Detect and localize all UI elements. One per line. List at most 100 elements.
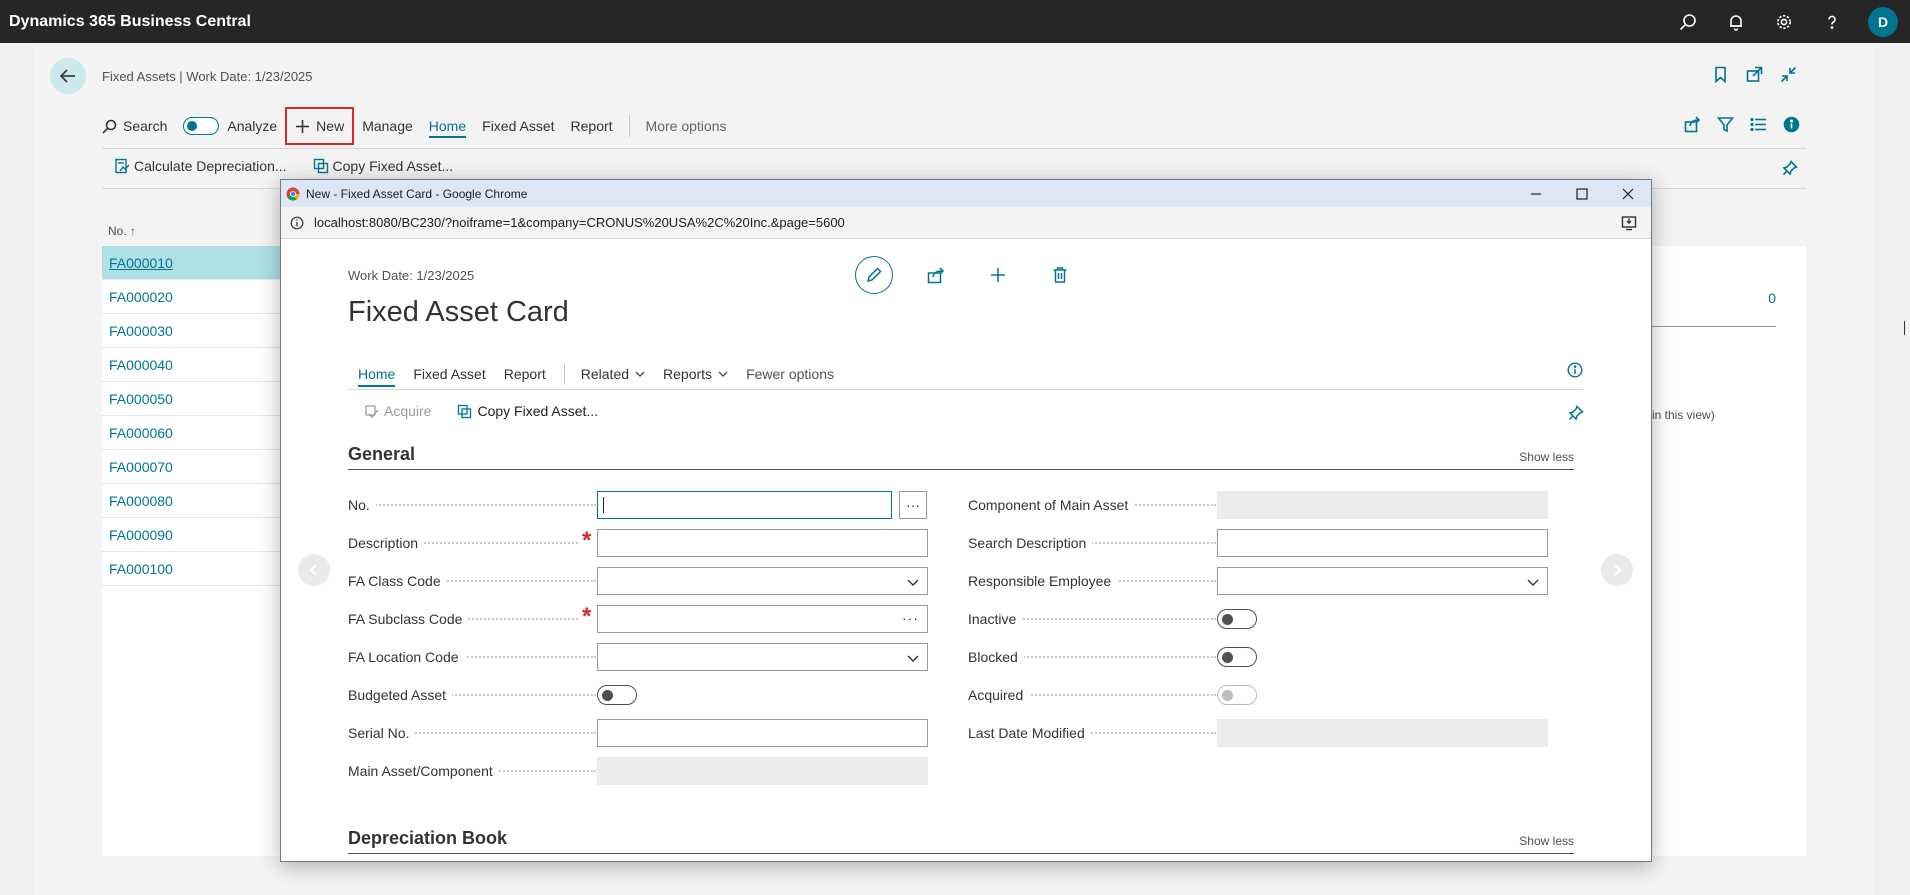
acquire-action[interactable]: Acquire <box>364 403 431 419</box>
list-item[interactable]: FA000060 <box>102 416 282 450</box>
maximize-icon <box>1576 187 1588 200</box>
chevron-down-icon <box>1527 579 1539 586</box>
serial-no-input[interactable] <box>597 719 928 747</box>
help-icon[interactable] <box>1808 0 1856 43</box>
address-bar[interactable]: localhost:8080/BC230/?noiframe=1&company… <box>281 207 1651 239</box>
notification-bell-icon[interactable] <box>1712 0 1760 43</box>
site-info-icon[interactable] <box>290 216 304 230</box>
info-icon[interactable] <box>1567 362 1583 381</box>
manage-tab[interactable]: Manage <box>362 118 413 134</box>
list-item[interactable]: FA000050 <box>102 382 282 416</box>
chevron-right-icon <box>1614 564 1622 576</box>
responsible-employee-select[interactable] <box>1217 567 1548 595</box>
list-item[interactable]: FA000020 <box>102 280 282 314</box>
next-record-button[interactable] <box>1601 554 1633 586</box>
show-less-link[interactable]: Show less <box>1519 834 1574 848</box>
analyze-toggle[interactable]: Analyze <box>183 117 277 135</box>
tab-fixed-asset[interactable]: Fixed Asset <box>413 366 485 382</box>
share-button[interactable] <box>917 256 955 294</box>
close-button[interactable] <box>1605 180 1651 207</box>
install-app-icon[interactable] <box>1621 215 1637 234</box>
chevron-down-icon <box>907 655 919 662</box>
no-assist-edit-button[interactable]: ··· <box>899 491 927 519</box>
minimize-button[interactable] <box>1513 180 1559 207</box>
window-titlebar[interactable]: New - Fixed Asset Card - Google Chrome <box>281 180 1651 207</box>
fewer-options-button[interactable]: Fewer options <box>746 366 834 382</box>
chevron-left-icon <box>309 564 317 576</box>
collapse-icon[interactable] <box>1780 66 1797 83</box>
list-item[interactable]: FA000010 <box>102 246 282 280</box>
delete-button[interactable] <box>1041 256 1079 294</box>
fa-location-code-select[interactable] <box>597 643 928 671</box>
work-date: Work Date: 1/23/2025 <box>348 268 475 283</box>
list-view-icon[interactable] <box>1750 116 1767 133</box>
inactive-toggle[interactable] <box>1217 609 1257 629</box>
bookmark-icon[interactable] <box>1712 66 1729 83</box>
previous-record-button[interactable] <box>298 554 330 586</box>
search-icon[interactable] <box>1664 0 1712 43</box>
home-tab[interactable]: Home <box>428 118 467 138</box>
more-options-button[interactable]: More options <box>646 118 727 134</box>
share-icon[interactable] <box>1684 116 1701 133</box>
app-title[interactable]: Dynamics 365 Business Central <box>0 13 251 31</box>
column-header-no[interactable]: No. ↑ <box>108 224 136 238</box>
open-new-window-icon[interactable] <box>1746 66 1763 83</box>
fa-subclass-code-lookup[interactable]: ··· <box>597 605 928 633</box>
component-of-main-asset-field: Component of Main Asset <box>968 491 1551 519</box>
analyze-switch[interactable] <box>183 117 220 135</box>
maximize-button[interactable] <box>1559 180 1605 207</box>
gear-icon[interactable] <box>1760 0 1808 43</box>
factbox-value[interactable]: 0 <box>1768 290 1776 306</box>
pin-icon[interactable] <box>1568 405 1584 424</box>
list-item[interactable]: FA000040 <box>102 348 282 382</box>
pin-icon[interactable] <box>1782 160 1798 179</box>
blocked-toggle[interactable] <box>1217 647 1257 667</box>
show-less-link[interactable]: Show less <box>1519 450 1574 464</box>
tab-report[interactable]: Report <box>504 366 546 382</box>
general-section-title[interactable]: General <box>348 444 415 465</box>
lookup-ellipsis-icon[interactable]: ··· <box>902 610 919 626</box>
add-button[interactable] <box>979 256 1017 294</box>
fa-class-code-select[interactable] <box>597 567 928 595</box>
avatar[interactable]: D <box>1868 6 1898 37</box>
edit-button[interactable] <box>855 256 893 294</box>
depreciation-book-section-header: Depreciation Book Show less <box>348 826 1574 854</box>
new-button-label: New <box>316 118 345 134</box>
related-menu[interactable]: Related <box>581 366 645 382</box>
calculate-depreciation-action[interactable]: Calculate Depreciation... <box>114 158 287 174</box>
report-tab[interactable]: Report <box>571 118 613 134</box>
copy-fixed-asset-label: Copy Fixed Asset... <box>332 158 454 174</box>
search-description-input[interactable] <box>1217 529 1548 557</box>
url-text[interactable]: localhost:8080/BC230/?noiframe=1&company… <box>314 215 845 230</box>
new-button[interactable]: New <box>285 107 355 145</box>
action-bar-divider <box>102 148 1806 149</box>
acquired-label: Acquired <box>968 687 1030 703</box>
list-item[interactable]: FA000080 <box>102 484 282 518</box>
card-action-divider <box>348 389 1583 390</box>
last-date-modified-value <box>1217 719 1548 747</box>
reports-menu[interactable]: Reports <box>663 366 728 382</box>
depreciation-book-section-title[interactable]: Depreciation Book <box>348 828 507 849</box>
info-icon[interactable] <box>1783 116 1800 133</box>
description-input[interactable] <box>597 529 928 557</box>
fa-location-code-label: FA Location Code <box>348 649 465 665</box>
copy-fixed-asset-action[interactable]: Copy Fixed Asset... <box>457 403 598 419</box>
fixed-asset-card: Work Date: 1/23/2025 Fixed Asset Card Ho… <box>281 239 1651 861</box>
last-date-modified-field: Last Date Modified <box>968 719 1551 747</box>
back-button[interactable] <box>50 58 86 94</box>
no-input[interactable] <box>597 491 892 519</box>
list-item[interactable]: FA000100 <box>102 552 282 586</box>
filter-icon[interactable] <box>1717 116 1734 133</box>
copy-fixed-asset-action[interactable]: Copy Fixed Asset... <box>313 158 454 174</box>
tab-home[interactable]: Home <box>358 366 396 387</box>
fixed-asset-tab[interactable]: Fixed Asset <box>482 118 554 134</box>
list-item[interactable]: FA000070 <box>102 450 282 484</box>
serial-no-label: Serial No. <box>348 725 416 741</box>
chevron-down-icon <box>907 579 919 586</box>
search-action[interactable]: Search <box>102 118 167 134</box>
list-item[interactable]: FA000090 <box>102 518 282 552</box>
search-icon <box>102 119 117 134</box>
budgeted-asset-toggle[interactable] <box>597 685 637 705</box>
list-item[interactable]: FA000030 <box>102 314 282 348</box>
fa-subclass-code-label: FA Subclass Code <box>348 611 469 627</box>
